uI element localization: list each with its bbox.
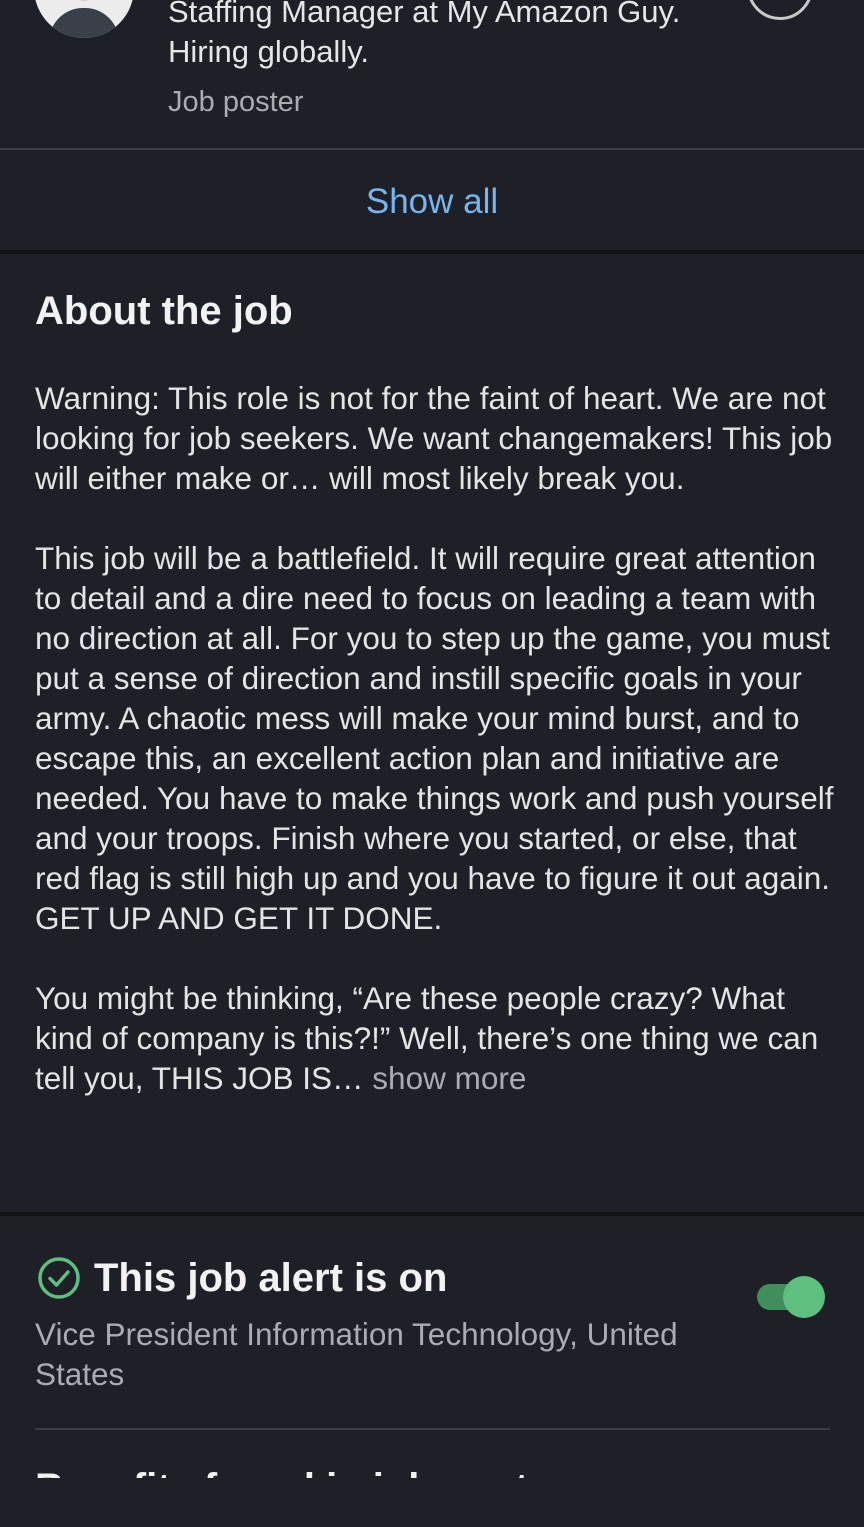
show-more-link[interactable]: show more [372,1060,526,1096]
description-paragraph: This job will be a battlefield. It will … [35,540,834,936]
job-details-page: Staffing Manager at My Amazon Guy. Hirin… [0,0,864,1527]
job-alert-criteria: Vice President Information Technology, U… [35,1316,678,1392]
avatar-shirt [49,8,119,38]
avatar[interactable] [34,0,134,38]
job-alert-title: This job alert is on [94,1256,448,1300]
description-paragraph-truncated: You might be thinking, “Are these people… [35,978,835,1098]
poster-role: Job poster [168,86,304,118]
description-paragraph: Warning: This role is not for the faint … [35,380,833,496]
about-the-job-section: About the job Warning: This role is not … [0,254,864,1212]
send-icon [764,0,796,3]
job-description: Warning: This role is not for the faint … [35,378,835,1098]
benefits-title-clipped: Benefits found in job post [35,1464,835,1478]
check-circle-icon [38,1257,80,1299]
show-all-link[interactable]: Show all [0,180,864,224]
benefits-title: Benefits found in job post [35,1464,528,1478]
divider [35,1428,830,1430]
toggle-thumb [783,1276,825,1318]
bottom-edge [0,1478,864,1527]
poster-headline: Staffing Manager at My Amazon Guy. Hirin… [168,0,681,69]
job-poster-card: Staffing Manager at My Amazon Guy. Hirin… [0,0,864,250]
send-message-button[interactable] [747,0,813,20]
divider [0,148,864,150]
about-title: About the job [35,289,293,333]
job-alert-toggle[interactable] [757,1276,825,1318]
